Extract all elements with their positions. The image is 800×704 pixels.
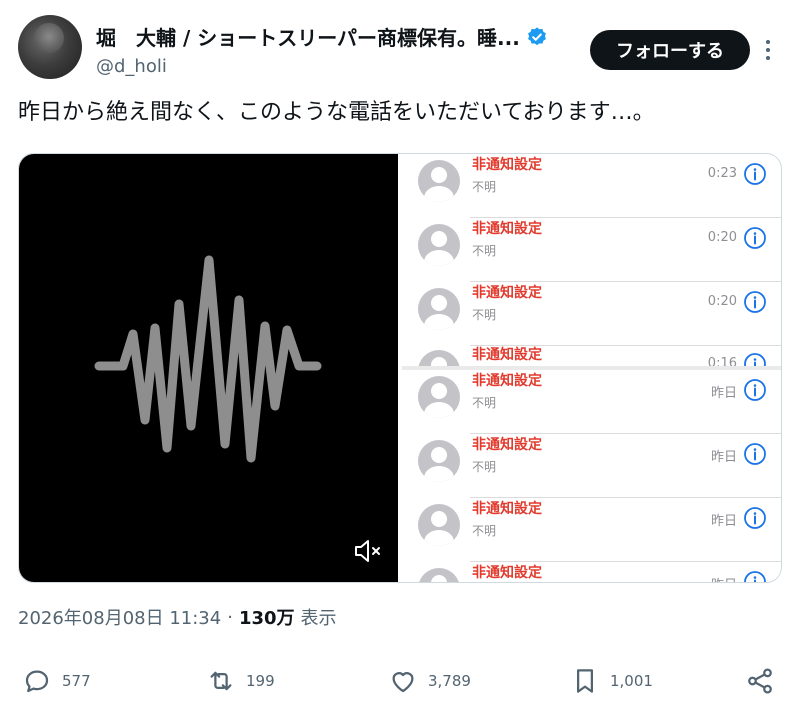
caller-name: 非通知設定 bbox=[472, 437, 542, 453]
caller-label: 不明 bbox=[472, 460, 497, 474]
call-date: 昨日 bbox=[710, 386, 737, 401]
reply-count: 577 bbox=[62, 672, 91, 690]
info-icon bbox=[744, 443, 766, 465]
call-duration: 0:20 bbox=[707, 230, 737, 245]
author-handle[interactable]: @d_holi bbox=[96, 56, 167, 77]
contact-avatar-icon bbox=[418, 504, 460, 546]
contact-avatar-icon bbox=[418, 160, 460, 202]
info-icon bbox=[744, 507, 766, 529]
more-options-icon[interactable] bbox=[758, 34, 778, 66]
tweet-timestamp[interactable]: 2026年08月08日 11:34 bbox=[18, 604, 221, 630]
author-name-row[interactable]: 堀 大輔 / ショートスリーパー商標保有。睡... bbox=[96, 22, 548, 51]
caller-label: 不明 bbox=[472, 396, 497, 410]
like-count: 3,789 bbox=[428, 672, 471, 690]
author-display-name[interactable]: 堀 大輔 / ショートスリーパー商標保有。睡... bbox=[96, 22, 520, 51]
share-icon bbox=[748, 668, 772, 694]
like-button[interactable]: 3,789 bbox=[388, 664, 471, 698]
follow-button[interactable]: フォローする bbox=[590, 30, 750, 70]
audio-waveform-icon bbox=[94, 255, 322, 463]
list-item: 非通知設定 昨日 bbox=[402, 562, 781, 582]
call-log-screenshot-top[interactable]: 非通知設定 不明 0:23 非通知設定 不明 0:20 非通知設定 不明 0:2… bbox=[402, 154, 781, 366]
bookmark-button[interactable]: 1,001 bbox=[570, 664, 653, 698]
contact-avatar-icon bbox=[418, 224, 460, 266]
bookmark-count: 1,001 bbox=[610, 672, 653, 690]
reply-icon bbox=[25, 670, 49, 693]
heart-icon bbox=[392, 672, 414, 693]
avatar[interactable] bbox=[18, 15, 82, 79]
contact-avatar-icon bbox=[418, 288, 460, 330]
reply-button[interactable]: 577 bbox=[22, 664, 91, 698]
caller-name: 非通知設定 bbox=[472, 347, 542, 363]
caller-name: 非通知設定 bbox=[472, 285, 542, 301]
mute-icon[interactable] bbox=[353, 538, 383, 564]
info-icon bbox=[744, 379, 766, 401]
repost-button[interactable]: 199 bbox=[206, 664, 275, 698]
call-date: 昨日 bbox=[711, 574, 737, 582]
list-item: 非通知設定 0:16 bbox=[402, 344, 781, 366]
info-icon bbox=[744, 227, 766, 249]
caller-name: 非通知設定 bbox=[472, 221, 542, 237]
bookmark-icon bbox=[577, 669, 593, 693]
caller-label: 不明 bbox=[472, 180, 497, 194]
call-duration: 0:23 bbox=[707, 166, 737, 181]
verified-badge-icon bbox=[527, 26, 546, 45]
caller-name: 非通知設定 bbox=[472, 157, 542, 173]
call-date: 昨日 bbox=[710, 450, 737, 465]
tweet-meta: 2026年08月08日 11:34 · 130万 表示 bbox=[18, 604, 337, 630]
meta-separator: · bbox=[227, 606, 233, 628]
info-icon bbox=[744, 291, 766, 313]
caller-name: 非通知設定 bbox=[472, 565, 542, 581]
view-count: 130万 bbox=[238, 608, 295, 629]
contact-avatar-icon bbox=[418, 440, 460, 482]
call-duration: 0:20 bbox=[707, 294, 737, 309]
video-player[interactable] bbox=[19, 154, 398, 582]
list-item: 非通知設定 不明 0:23 bbox=[402, 154, 781, 218]
share-button[interactable] bbox=[745, 664, 775, 698]
caller-name: 非通知設定 bbox=[472, 501, 542, 517]
call-date: 昨日 bbox=[710, 514, 737, 529]
contact-avatar-icon bbox=[418, 350, 460, 366]
view-count-label: 表示 bbox=[300, 608, 337, 629]
contact-avatar-icon bbox=[418, 376, 460, 418]
caller-label: 不明 bbox=[472, 524, 497, 538]
media-container: 非通知設定 不明 0:23 非通知設定 不明 0:20 非通知設定 不明 0:2… bbox=[18, 153, 782, 583]
caller-label: 不明 bbox=[472, 244, 497, 258]
list-item: 非通知設定 不明 昨日 bbox=[402, 498, 781, 562]
repost-icon bbox=[210, 671, 232, 691]
list-item: 非通知設定 不明 0:20 bbox=[402, 218, 781, 282]
caller-label: 不明 bbox=[472, 308, 497, 322]
repost-count: 199 bbox=[246, 672, 275, 690]
caller-name: 非通知設定 bbox=[472, 373, 542, 389]
list-item: 非通知設定 不明 昨日 bbox=[402, 434, 781, 498]
info-icon bbox=[744, 163, 766, 185]
call-log-screenshot-bottom[interactable]: 非通知設定 不明 昨日 非通知設定 不明 昨日 非通知設定 不明 昨日 非通知設… bbox=[402, 370, 781, 582]
info-icon bbox=[744, 571, 766, 582]
contact-avatar-icon bbox=[418, 568, 460, 582]
info-icon bbox=[744, 353, 766, 366]
call-duration: 0:16 bbox=[707, 356, 737, 366]
tweet-text: 昨日から絶え間なく、このような電話をいただいております…。 bbox=[18, 100, 655, 125]
list-item: 非通知設定 不明 昨日 bbox=[402, 370, 781, 434]
list-item: 非通知設定 不明 0:20 bbox=[402, 282, 781, 346]
